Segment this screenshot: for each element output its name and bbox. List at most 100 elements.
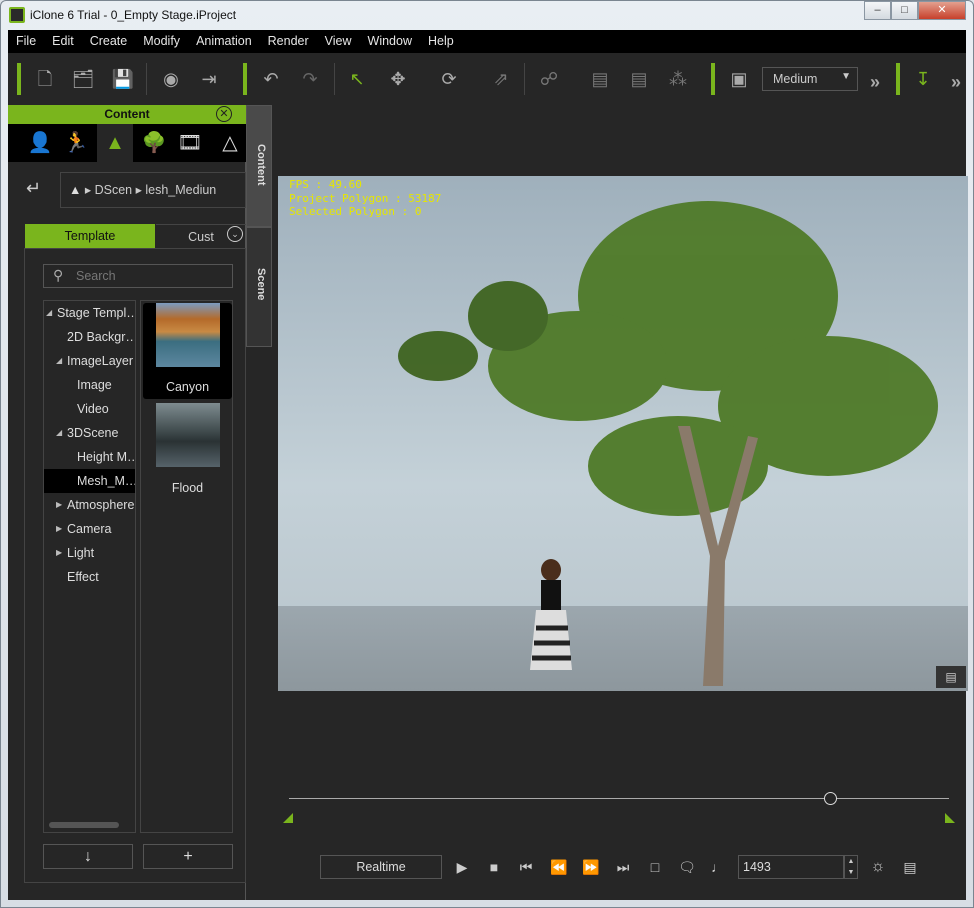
new-file-icon[interactable]: 🗋 (33, 67, 57, 91)
menu-help[interactable]: Help (420, 30, 462, 53)
range-start-marker[interactable] (283, 813, 293, 823)
physics-icon[interactable]: ↧ (911, 67, 935, 91)
toolbar-grip (711, 63, 715, 95)
link-icon[interactable]: ☍ (537, 67, 561, 91)
subtitle-icon[interactable]: 🗨 (676, 856, 698, 878)
loop-icon[interactable]: □ (644, 856, 666, 878)
timeline-slider[interactable] (289, 798, 949, 799)
undo-icon[interactable]: ↶ (259, 67, 283, 91)
move-icon[interactable]: ✥ (386, 67, 410, 91)
separator (146, 63, 147, 95)
next-key-icon[interactable]: ⏭ (612, 856, 634, 878)
realtime-button[interactable]: Realtime (320, 855, 442, 879)
subtitle-icon[interactable]: ▤ (936, 666, 966, 688)
rotate-icon[interactable]: ⟳ (437, 67, 461, 91)
viewport-stats: FPS : 49.60 Project Polygon : 53187 Sele… (289, 178, 441, 219)
export-icon[interactable]: ⇥ (197, 67, 221, 91)
thumbnail-label: Flood (171, 481, 204, 495)
collapsed-arrow-icon[interactable]: ▶ (56, 517, 62, 541)
tree-node[interactable]: Video (44, 397, 135, 421)
menu-create[interactable]: Create (82, 30, 136, 53)
tree-horizontal-scrollbar[interactable] (49, 822, 119, 828)
canyon-image (155, 303, 220, 367)
tab-menu-chevron-icon[interactable]: ⌄ (227, 226, 243, 242)
redo-icon[interactable]: ↷ (298, 67, 322, 91)
collapsed-arrow-icon[interactable]: ▶ (56, 541, 62, 565)
expanded-arrow-icon[interactable]: ◢ (46, 301, 52, 325)
menu-animation[interactable]: Animation (188, 30, 260, 53)
expanded-arrow-icon[interactable]: ◢ (56, 349, 62, 373)
tree-node-label: 2D Backgr… (67, 330, 136, 344)
tree-node-label: Atmosphere (67, 498, 135, 512)
timeline-panel-icon[interactable]: ▤ (899, 856, 921, 878)
actor-tab-icon[interactable]: 👤 (22, 124, 58, 162)
separator (334, 63, 335, 95)
frame-number-input[interactable]: 1493 (738, 855, 844, 879)
tree-node[interactable]: ▶ Atmosphere (44, 493, 135, 517)
menu-file[interactable]: File (8, 30, 44, 53)
quality-dropdown[interactable]: Medium ▼ (762, 67, 858, 91)
toolbar-more-icon-2[interactable]: » (944, 70, 968, 94)
minimize-button[interactable]: – (864, 1, 891, 20)
preview-icon[interactable]: ◉ (159, 67, 183, 91)
menu-modify[interactable]: Modify (135, 30, 188, 53)
close-button[interactable]: ✕ (918, 1, 966, 20)
toolbar-more-icon[interactable]: » (863, 70, 887, 94)
tree-node[interactable]: Image (44, 373, 135, 397)
template-tab-icon[interactable]: △ (212, 124, 248, 162)
stop-icon[interactable]: ■ (483, 856, 505, 878)
search-input[interactable]: Search ⚲ (43, 264, 233, 288)
tab-template[interactable]: Template (25, 224, 155, 248)
maximize-button[interactable]: □ (891, 1, 918, 20)
tree-node[interactable]: ▶ Camera (44, 517, 135, 541)
lighting-icon[interactable]: ☼ (867, 856, 889, 878)
breadcrumb-item[interactable]: lesh_Mediun (145, 183, 216, 197)
rewind-icon[interactable]: ⏪ (548, 856, 570, 878)
align-left-icon[interactable]: ▤ (588, 67, 612, 91)
vertical-tab-scene[interactable]: Scene (246, 227, 272, 347)
open-folder-icon[interactable]: 🗂 (71, 67, 95, 91)
download-button[interactable]: ↓ (43, 844, 133, 869)
flood-image (155, 403, 220, 467)
tree-node[interactable]: ◢ Stage Templ… (44, 301, 135, 325)
stage-tab-icon[interactable]: ▲ (97, 124, 133, 162)
align-move-icon[interactable]: ▤ (627, 67, 651, 91)
close-panel-icon[interactable]: ✕ (216, 106, 232, 122)
thumbnail-flood[interactable]: Flood (143, 403, 232, 499)
range-end-marker[interactable] (945, 813, 955, 823)
tree-node[interactable]: ◢ 3DScene (44, 421, 135, 445)
expanded-arrow-icon[interactable]: ◢ (56, 421, 62, 445)
breadcrumb-item[interactable]: DScen (95, 183, 133, 197)
thumbnail-canyon[interactable]: Canyon (143, 303, 232, 399)
tree-node[interactable]: 2D Backgr… (44, 325, 135, 349)
tree-node[interactable]: ◢ ImageLayer (44, 349, 135, 373)
tree-node[interactable]: Mesh_M… (44, 469, 135, 493)
menu-view[interactable]: View (317, 30, 360, 53)
menu-window[interactable]: Window (360, 30, 420, 53)
motion-tab-icon[interactable]: 🏃 (58, 124, 94, 162)
tree-node[interactable]: Effect (44, 565, 135, 589)
menu-edit[interactable]: Edit (44, 30, 82, 53)
collapsed-arrow-icon[interactable]: ▶ (56, 493, 62, 517)
menu-render[interactable]: Render (260, 30, 317, 53)
music-note-icon[interactable]: ♩ (707, 856, 729, 878)
save-icon[interactable]: 💾 (111, 67, 135, 91)
tree-node[interactable]: ▶ Light (44, 541, 135, 565)
frame-spinner[interactable]: ▲ ▼ (844, 855, 858, 879)
select-arrow-icon[interactable]: ↖ (345, 67, 369, 91)
media-tab-icon[interactable]: 🎞 (172, 124, 208, 162)
viewport-layout-icon[interactable]: ▣ (727, 67, 751, 91)
tree-node-label: Mesh_M… (77, 474, 136, 488)
tree-node[interactable]: Height M… (44, 445, 135, 469)
play-icon[interactable]: ▶ (451, 856, 473, 878)
search-icon: ⚲ (53, 267, 64, 283)
vertical-tab-content[interactable]: Content (246, 105, 272, 227)
set-tab-icon[interactable]: 🌳 (136, 124, 172, 162)
add-button[interactable]: + (143, 844, 233, 869)
3d-viewport[interactable]: FPS : 49.60 Project Polygon : 53187 Sele… (278, 176, 968, 691)
hide-icon[interactable]: ⁂ (666, 67, 690, 91)
fast-forward-icon[interactable]: ⏩ (580, 856, 602, 878)
previous-key-icon[interactable]: ⏮ (515, 856, 537, 878)
back-icon[interactable]: ↵ (26, 178, 41, 199)
scale-icon[interactable]: ⇗ (489, 67, 513, 91)
